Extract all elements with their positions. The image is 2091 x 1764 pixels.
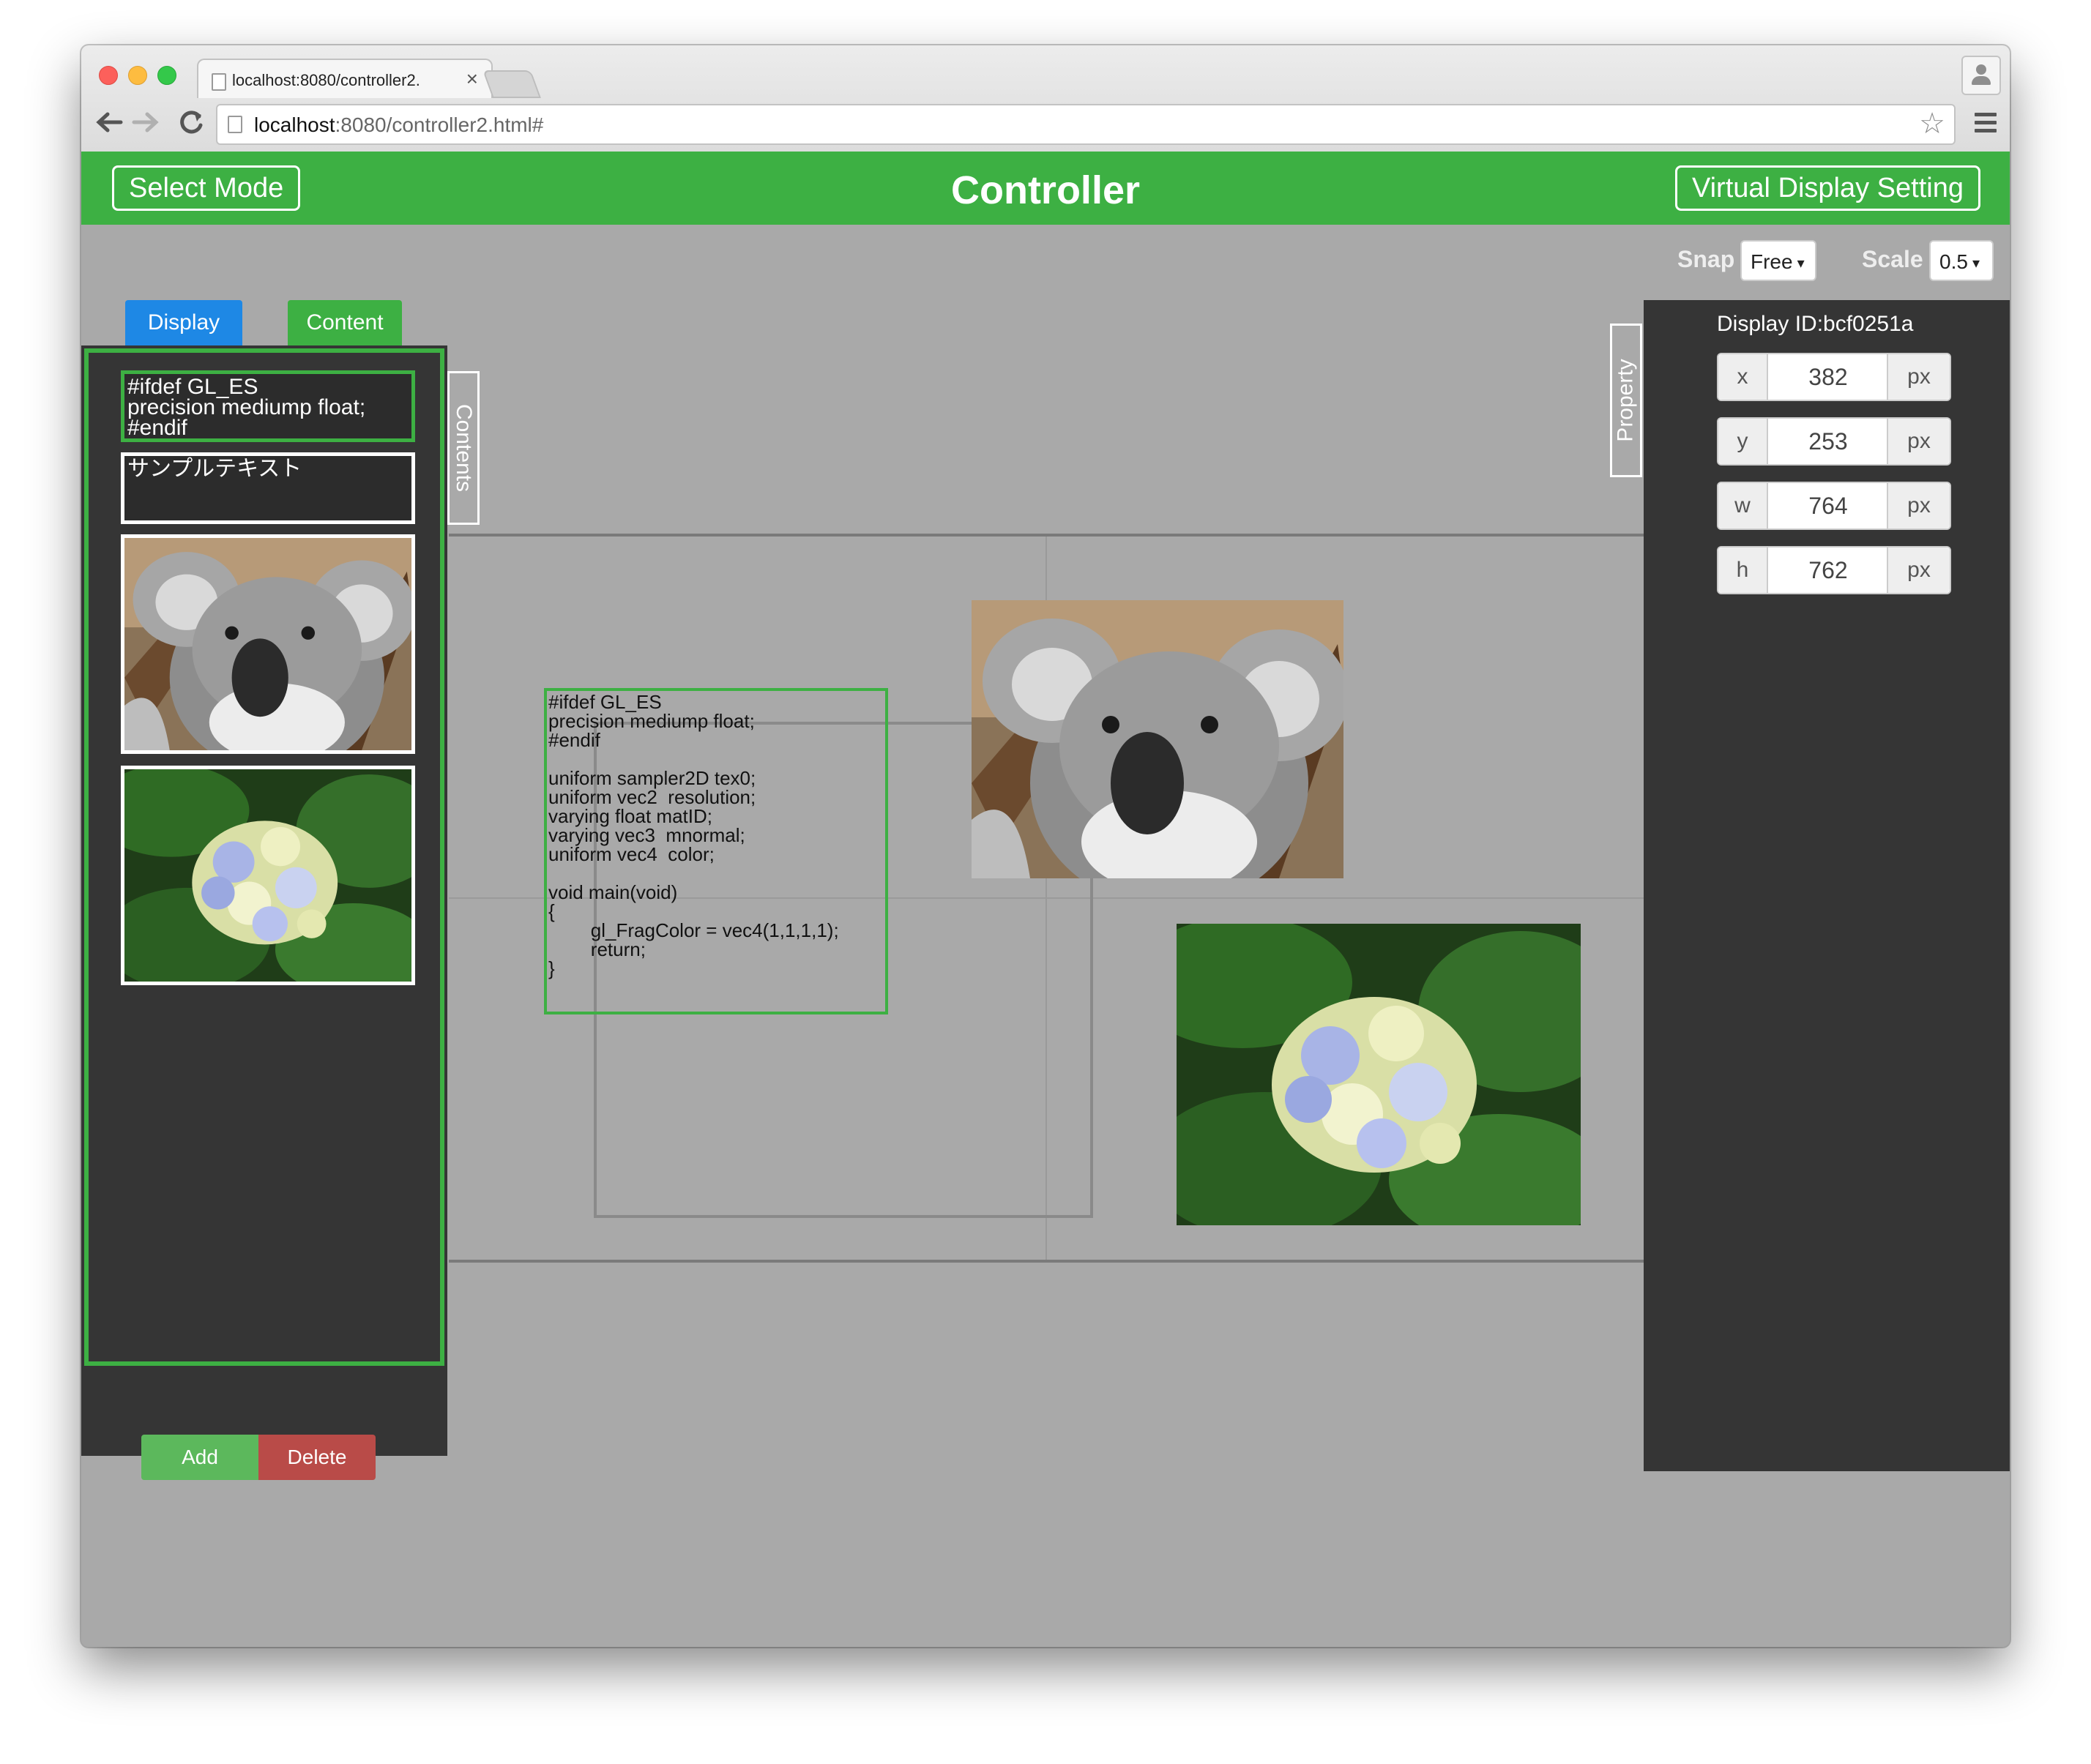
prop-key: x — [1718, 354, 1768, 400]
forward-arrow-icon[interactable] — [131, 105, 160, 139]
tab-title: localhost:8080/controller2. — [232, 71, 420, 89]
property-side-tab[interactable]: Property — [1610, 324, 1642, 477]
scale-label: Scale — [1862, 246, 1923, 272]
prop-row-x: x 382 px — [1717, 353, 1951, 401]
canvas-shader-text[interactable]: #ifdef GL_ES precision mediump float; #e… — [544, 688, 888, 1014]
koala-thumbnail — [124, 538, 411, 750]
content-item-hydrangea[interactable] — [121, 766, 415, 985]
profile-icon[interactable] — [1961, 56, 2001, 95]
snap-label: Snap — [1677, 246, 1735, 272]
content-item-shader[interactable]: #ifdef GL_ES precision mediump float; #e… — [121, 370, 415, 442]
prop-row-y: y 253 px — [1717, 417, 1951, 466]
close-tab-icon[interactable]: × — [466, 67, 478, 91]
hydrangea-thumbnail — [124, 769, 411, 982]
caret-down-icon: ▾ — [1972, 255, 1980, 272]
content-item-text: #ifdef GL_ES precision mediump float; #e… — [127, 375, 366, 440]
content-item-koala[interactable] — [121, 534, 415, 754]
virtual-display-setting-button[interactable]: Virtual Display Setting — [1674, 165, 1980, 211]
canvas-hydrangea-image[interactable] — [1177, 924, 1581, 1225]
prop-unit: px — [1887, 483, 1950, 528]
content-item-sample-text[interactable]: サンプルテキスト — [121, 452, 415, 524]
prop-key: y — [1718, 419, 1768, 464]
prop-row-w: w 764 px — [1717, 482, 1951, 530]
content-item-text: サンプルテキスト — [127, 457, 302, 481]
caret-down-icon: ▾ — [1797, 255, 1805, 272]
new-tab-button[interactable] — [482, 70, 541, 98]
prop-key: w — [1718, 483, 1768, 528]
display-id-label: Display ID:bcf0251a — [1717, 312, 1914, 336]
prop-row-h: h 762 px — [1717, 546, 1951, 594]
shader-text: #ifdef GL_ES precision mediump float; #e… — [548, 691, 839, 979]
browser-chrome: localhost:8080/controller2. × localhost:… — [81, 45, 2010, 153]
property-panel: Display ID:bcf0251a x 382 px y 253 px w … — [1644, 300, 2010, 1471]
h-input[interactable]: 762 — [1768, 547, 1888, 593]
content-panel: #ifdef GL_ES precision mediump float; #e… — [81, 345, 447, 1480]
address-bar[interactable]: localhost:8080/controller2.html# ☆ — [216, 104, 1956, 145]
back-arrow-icon[interactable] — [94, 105, 124, 139]
url-text: localhost:8080/controller2.html# — [254, 113, 544, 136]
prop-unit: px — [1887, 547, 1950, 593]
browser-window: localhost:8080/controller2. × localhost:… — [81, 45, 2010, 1647]
snap-dropdown[interactable]: Free ▾ — [1740, 240, 1816, 281]
close-window-icon[interactable] — [99, 66, 118, 85]
browser-tab[interactable]: localhost:8080/controller2. × — [197, 59, 493, 98]
tab-display[interactable]: Display — [125, 300, 242, 345]
add-button[interactable]: Add — [141, 1435, 258, 1480]
content-list: #ifdef GL_ES precision mediump float; #e… — [84, 348, 444, 1366]
minimize-window-icon[interactable] — [128, 66, 147, 85]
delete-button[interactable]: Delete — [258, 1435, 376, 1480]
display-border-bottom — [449, 1260, 1644, 1263]
x-input[interactable]: 382 — [1768, 354, 1888, 400]
app-header: Select Mode Controller Virtual Display S… — [81, 152, 2010, 225]
y-input[interactable]: 253 — [1768, 419, 1888, 464]
star-icon[interactable]: ☆ — [1919, 107, 1945, 141]
prop-unit: px — [1887, 419, 1950, 464]
page-icon — [228, 116, 242, 133]
canvas-koala-image[interactable] — [972, 600, 1343, 878]
scale-dropdown[interactable]: 0.5 ▾ — [1929, 240, 1994, 281]
prop-key: h — [1718, 547, 1768, 593]
prop-unit: px — [1887, 354, 1950, 400]
w-input[interactable]: 764 — [1768, 483, 1888, 528]
hamburger-menu-icon[interactable] — [1975, 113, 1997, 137]
page-icon — [212, 73, 226, 91]
contents-side-tab[interactable]: Contents — [447, 371, 480, 525]
reload-icon[interactable] — [176, 105, 206, 139]
maximize-window-icon[interactable] — [157, 66, 176, 85]
tab-content[interactable]: Content — [288, 300, 402, 345]
